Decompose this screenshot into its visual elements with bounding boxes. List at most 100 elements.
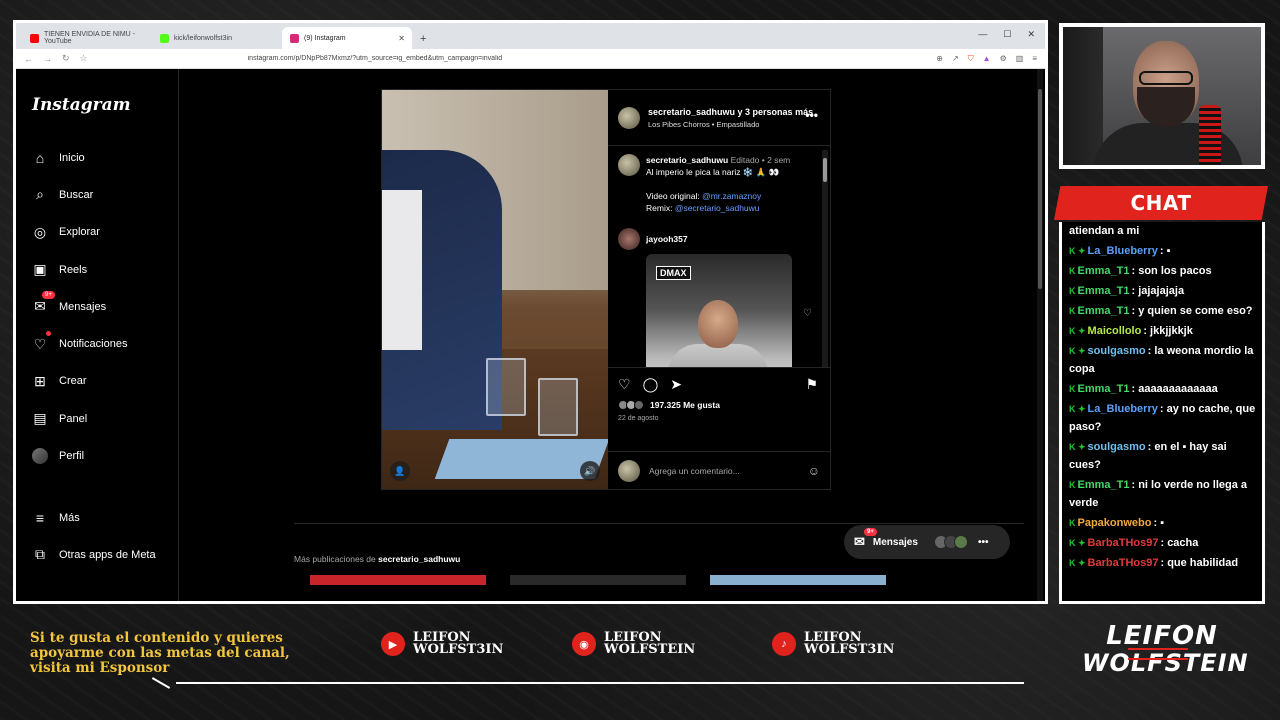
post-video[interactable]: 👤 🔊 [382, 90, 608, 489]
more-posts-user[interactable]: secretario_sadhuwu [378, 554, 460, 564]
chat-header: CHAT [1054, 186, 1268, 220]
instagram-icon [290, 33, 299, 43]
chat-username[interactable]: La_Blueberry [1088, 245, 1158, 257]
chat-text: : ▪ [1159, 245, 1171, 257]
forward-icon[interactable]: → [43, 54, 52, 64]
messages-button[interactable]: ✉ 9+ Mensajes ••• [844, 525, 1010, 559]
caption: secretario_sadhuwu Editado • 2 sem Al im… [618, 154, 820, 214]
window-controls: — ☐ ✕ [978, 29, 1035, 40]
comment-user[interactable]: jayooh357 [646, 233, 688, 245]
chat-username[interactable]: Maicollolo [1088, 325, 1142, 337]
nav-meta-apps[interactable]: ⧉ Otras apps de Meta [32, 536, 156, 573]
menu-icon[interactable]: ≡ [1032, 54, 1037, 64]
close-icon[interactable]: ✕ [398, 34, 405, 43]
post-author[interactable]: secretario_sadhuwu y 3 personas más [648, 107, 813, 118]
chat-username[interactable]: Emma_T1 [1078, 479, 1130, 491]
sponsor-line: visita mi Esponsor [30, 660, 170, 676]
comments-scrollbar[interactable] [822, 150, 828, 367]
maximize-icon[interactable]: ☐ [1003, 29, 1011, 40]
tab-instagram[interactable]: (9) Instagram ✕ [282, 27, 412, 49]
bookmark-icon[interactable]: ☆ [80, 53, 88, 64]
new-tab-button[interactable]: + [412, 33, 434, 49]
nav-perfil[interactable]: Perfil [32, 437, 178, 474]
chat-badge-icon: K ✦ [1069, 442, 1086, 452]
original-link[interactable]: @mr.zamaznoy [702, 191, 761, 201]
chat-username[interactable]: La_Blueberry [1088, 403, 1158, 415]
chat-username[interactable]: Emma_T1 [1078, 305, 1130, 317]
scrollbar-thumb[interactable] [823, 158, 827, 182]
more-posts-grid [310, 575, 886, 585]
chat-message: K Papakonwebo: ▪ [1069, 514, 1258, 532]
comment-icon[interactable]: ◯ [643, 376, 659, 393]
chat-message: K Emma_T1: y quien se come eso? [1069, 302, 1258, 320]
comment-gif[interactable]: DMAX [646, 254, 792, 367]
chat-username[interactable]: soulgasmo [1088, 441, 1146, 453]
shield-icon[interactable]: ⛉ [968, 54, 974, 64]
avatar[interactable] [618, 228, 640, 250]
likes-count[interactable]: 197.325 Me gusta [618, 400, 820, 410]
like-icon[interactable]: ♡ [618, 376, 631, 393]
logo-accent [1128, 648, 1188, 660]
emoji-icon[interactable]: ☺ [808, 464, 820, 478]
nav-inicio[interactable]: ⌂ Inicio [32, 139, 178, 176]
tab-kick[interactable]: kick/leifonwolfst3in [152, 27, 282, 49]
notification-dot [46, 331, 51, 337]
chat-message: K Emma_T1: ni lo verde no llega a verde [1069, 476, 1258, 512]
tab-youtube[interactable]: TIENEN ENVIDIA DE NIMU - YouTube [22, 27, 152, 49]
avatar[interactable] [618, 106, 640, 129]
extensions-icon[interactable]: ⚙ [1000, 54, 1007, 64]
nav-explorar[interactable]: ◎ Explorar [32, 214, 178, 251]
nav-notificaciones[interactable]: ♡ Notificaciones [32, 325, 178, 362]
sponsor-line: apoyarme con las metas del canal, [30, 645, 290, 661]
webcam-feed [1059, 23, 1265, 169]
sidebar-icon[interactable]: ▥ [1016, 54, 1024, 64]
nav-crear[interactable]: ⊞ Crear [32, 363, 178, 400]
chat-username[interactable]: Papakonwebo [1078, 517, 1152, 529]
chat-badge-icon: K ✦ [1069, 326, 1086, 336]
chat-username[interactable]: Emma_T1 [1078, 285, 1130, 297]
caption-meta: Editado • 2 sem [730, 155, 791, 165]
close-window-icon[interactable]: ✕ [1027, 29, 1035, 40]
post-date: 22 de agosto [618, 415, 659, 422]
chat-username[interactable]: Emma_T1 [1078, 383, 1130, 395]
post-thumbnail[interactable] [310, 575, 486, 585]
remix-link[interactable]: @secretario_sadhuwu [675, 203, 760, 213]
caption-user[interactable]: secretario_sadhuwu [646, 155, 728, 165]
more-options-icon[interactable]: ••• [805, 108, 818, 122]
avatar[interactable] [618, 154, 640, 176]
post-thumbnail[interactable] [710, 575, 886, 585]
share-icon[interactable]: ↗ [952, 54, 959, 64]
nav-reels[interactable]: ▣ Reels [32, 251, 178, 288]
volume-icon[interactable]: 🔊 [580, 461, 600, 481]
nav-mas[interactable]: ≡ Más [32, 499, 156, 536]
nav-mensajes[interactable]: ✉ 9+ Mensajes [32, 288, 178, 325]
chat-username[interactable]: BarbaTHos97 [1088, 537, 1159, 549]
chat-badge-icon: K [1069, 266, 1076, 276]
original-label: Video original: [646, 191, 700, 201]
chat-text: : cacha [1160, 537, 1199, 549]
youtube-icon: ▶ [381, 632, 405, 656]
like-comment-icon[interactable]: ♡ [803, 308, 812, 319]
rewards-icon[interactable]: ▲ [983, 54, 991, 64]
social-tiktok: ♪ LEIFON WOLFST3IN [772, 631, 894, 656]
minimize-icon[interactable]: — [978, 29, 987, 40]
page-scrollbar[interactable] [1037, 69, 1043, 601]
save-icon[interactable]: ⚑ [805, 376, 818, 393]
chat-username[interactable]: BarbaTHos97 [1088, 557, 1159, 569]
reload-icon[interactable]: ↻ [62, 53, 70, 64]
post-thumbnail[interactable] [510, 575, 686, 585]
url-field[interactable]: instagram.com/p/DNpPb87Mxmz/?utm_source=… [98, 55, 927, 62]
nav-buscar[interactable]: ⌕ Buscar [32, 176, 178, 213]
user-tag-icon[interactable]: 👤 [390, 461, 410, 481]
chat-username[interactable]: Emma_T1 [1078, 265, 1130, 277]
zoom-icon[interactable]: ⊕ [936, 54, 943, 64]
chat-text: : jkkjjkkjk [1143, 325, 1193, 337]
instagram-logo[interactable]: Instagram [32, 95, 178, 115]
comment-input[interactable]: Agrega un comentario... [649, 466, 740, 476]
share-icon[interactable]: ➤ [670, 376, 682, 393]
post-audio[interactable]: Los Pibes Chorros • Empastillado [648, 120, 813, 129]
chat-username[interactable]: soulgasmo [1088, 345, 1146, 357]
message-avatars [933, 535, 968, 549]
back-icon[interactable]: ← [24, 54, 33, 64]
nav-panel[interactable]: ▤ Panel [32, 400, 178, 437]
